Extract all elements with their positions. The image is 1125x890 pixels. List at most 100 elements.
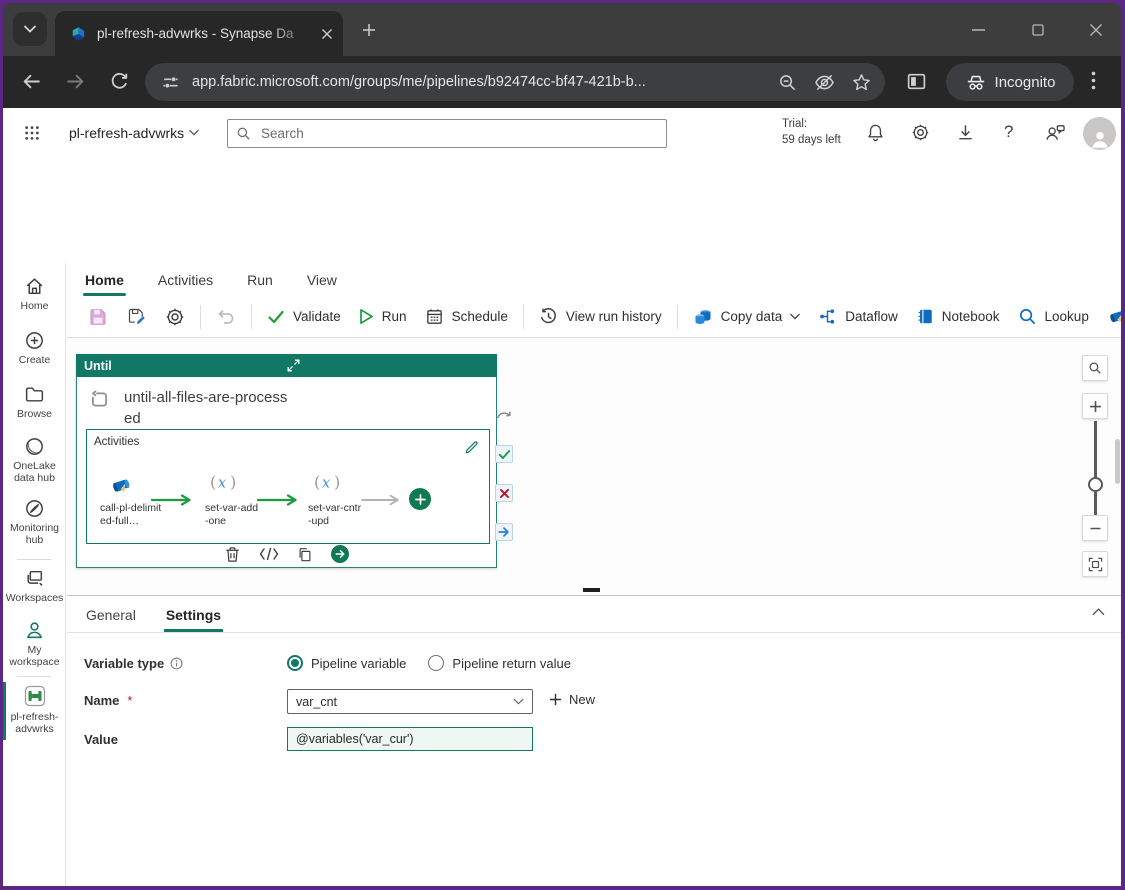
chevron-down-icon[interactable]: [189, 129, 199, 136]
canvas-search-button[interactable]: [1082, 355, 1108, 381]
tab-search-button[interactable]: [13, 12, 47, 46]
forward-button[interactable]: [65, 71, 86, 92]
go-to-activity-icon[interactable]: [331, 545, 349, 563]
port-skip-icon[interactable]: [495, 405, 513, 423]
tab-view[interactable]: View: [305, 268, 339, 292]
sidebar-item-create[interactable]: Create: [3, 330, 66, 366]
search-input[interactable]: [259, 125, 658, 142]
validate-button[interactable]: Validate: [258, 302, 350, 332]
reload-button[interactable]: [109, 71, 130, 92]
code-icon[interactable]: [259, 547, 279, 561]
sidebar-item-pipeline[interactable]: pl-refresh-advwrks: [3, 684, 66, 735]
edit-pencil-icon[interactable]: [464, 440, 479, 455]
run-button[interactable]: Run: [350, 302, 416, 332]
port-fail-icon[interactable]: [495, 484, 513, 502]
sidebar-item-my-workspace[interactable]: My workspace: [3, 620, 66, 668]
undo-button[interactable]: [207, 302, 245, 332]
chevron-down-icon: [513, 698, 524, 705]
save-button[interactable]: [79, 302, 117, 332]
eye-off-icon[interactable]: [814, 73, 835, 92]
maximize-button[interactable]: [1025, 19, 1051, 41]
address-bar[interactable]: app.fabric.microsoft.com/groups/me/pipel…: [145, 63, 885, 101]
zoom-slider-knob[interactable]: [1088, 477, 1103, 492]
feedback-icon[interactable]: [1044, 123, 1066, 142]
collapse-panel-icon[interactable]: [1092, 608, 1105, 616]
variable-name-dropdown[interactable]: var_cnt: [287, 689, 533, 714]
plus-icon: [549, 693, 562, 706]
tab-activities[interactable]: Activities: [156, 268, 215, 292]
until-activities-box[interactable]: Activities call-pl-delimited-full… (x) s…: [86, 429, 490, 544]
waffle-menu-icon[interactable]: [23, 124, 41, 142]
expand-collapse-icon[interactable]: [287, 359, 490, 372]
tab-home[interactable]: Home: [83, 268, 126, 292]
radio-pipeline-variable[interactable]: [287, 655, 303, 671]
minimize-button[interactable]: [965, 19, 991, 41]
radio-pipeline-return-value[interactable]: [428, 655, 444, 671]
ribbon-tabs: Home Activities Run View: [67, 263, 1121, 296]
sidebar-item-home[interactable]: Home: [3, 276, 66, 312]
new-variable-button[interactable]: New: [549, 692, 595, 707]
variable-value-input[interactable]: [287, 727, 533, 751]
until-activity-card[interactable]: Until until-all-files-are-processed Acti…: [76, 354, 497, 568]
invoke-pipeline-button[interactable]: [1098, 302, 1121, 332]
add-activity-button[interactable]: [409, 488, 431, 510]
pipeline-canvas[interactable]: Until until-all-files-are-processed Acti…: [67, 339, 1121, 595]
close-window-button[interactable]: [1083, 19, 1109, 41]
back-button[interactable]: [21, 71, 42, 92]
site-settings-icon[interactable]: [161, 73, 180, 92]
bookmark-star-icon[interactable]: [852, 73, 871, 92]
global-search[interactable]: [227, 119, 667, 148]
set-variable-icon[interactable]: (x): [209, 472, 239, 492]
dataflow-button[interactable]: Dataflow: [809, 302, 907, 332]
canvas-scrollbar[interactable]: [1115, 439, 1120, 484]
set-variable-icon[interactable]: (x): [313, 472, 343, 492]
sidebar-item-monitoring[interactable]: Monitoring hub: [3, 498, 66, 546]
sidebar-item-workspaces[interactable]: Workspaces: [3, 568, 66, 604]
node-label[interactable]: set-var-cntr-upd: [308, 502, 364, 528]
tab-general[interactable]: General: [84, 607, 138, 632]
save-as-button[interactable]: [117, 302, 156, 332]
pending-connector-arrow: [361, 494, 401, 506]
sidebar-item-onelake[interactable]: OneLake data hub: [3, 436, 66, 484]
incognito-icon: [965, 72, 987, 92]
info-icon[interactable]: [170, 657, 183, 670]
fit-to-screen-button[interactable]: [1082, 551, 1108, 577]
lookup-button[interactable]: Lookup: [1009, 302, 1098, 332]
pipeline-settings-gear-icon[interactable]: [156, 302, 194, 332]
avatar[interactable]: [1083, 117, 1116, 150]
port-success-icon[interactable]: [495, 445, 513, 463]
until-activity-header[interactable]: Until: [76, 354, 497, 377]
zoom-out-icon[interactable]: [778, 73, 797, 92]
copy-icon[interactable]: [297, 546, 313, 563]
schedule-button[interactable]: Schedule: [416, 302, 517, 332]
browser-tab[interactable]: pl-refresh-advwrks - Synapse Da: [55, 11, 343, 56]
activity-type-label: Until: [84, 359, 287, 373]
node-label[interactable]: set-var-add-one: [205, 502, 261, 528]
copy-data-button[interactable]: Copy data: [684, 302, 810, 332]
download-icon[interactable]: [956, 123, 975, 142]
tab-run[interactable]: Run: [245, 268, 275, 292]
url-text[interactable]: app.fabric.microsoft.com/groups/me/pipel…: [192, 74, 761, 90]
notebook-button[interactable]: Notebook: [907, 302, 1009, 332]
pipeline-activity-icon[interactable]: [109, 474, 134, 498]
zoom-in-button[interactable]: [1082, 393, 1108, 419]
pipeline-title[interactable]: pl-refresh-advwrks: [69, 125, 184, 141]
side-panel-icon[interactable]: [906, 71, 927, 92]
activity-name[interactable]: until-all-files-are-processed: [124, 387, 288, 429]
sidebar-item-browse[interactable]: Browse: [3, 384, 66, 420]
tab-settings[interactable]: Settings: [164, 607, 223, 632]
panel-resize-handle[interactable]: [583, 588, 600, 592]
help-icon[interactable]: ?: [1004, 122, 1013, 142]
zoom-out-button[interactable]: [1082, 515, 1108, 541]
delete-trash-icon[interactable]: [224, 546, 241, 563]
zoom-slider-track[interactable]: [1094, 421, 1097, 517]
svg-text:x: x: [322, 476, 330, 492]
folder-icon: [24, 384, 45, 405]
new-tab-button[interactable]: [357, 18, 381, 42]
settings-gear-icon[interactable]: [911, 123, 930, 142]
browser-menu-icon[interactable]: [1091, 71, 1096, 90]
view-run-history-button[interactable]: View run history: [530, 302, 671, 332]
port-completion-icon[interactable]: [495, 523, 513, 541]
tab-close-icon[interactable]: [321, 28, 333, 40]
notifications-bell-icon[interactable]: [866, 123, 885, 142]
